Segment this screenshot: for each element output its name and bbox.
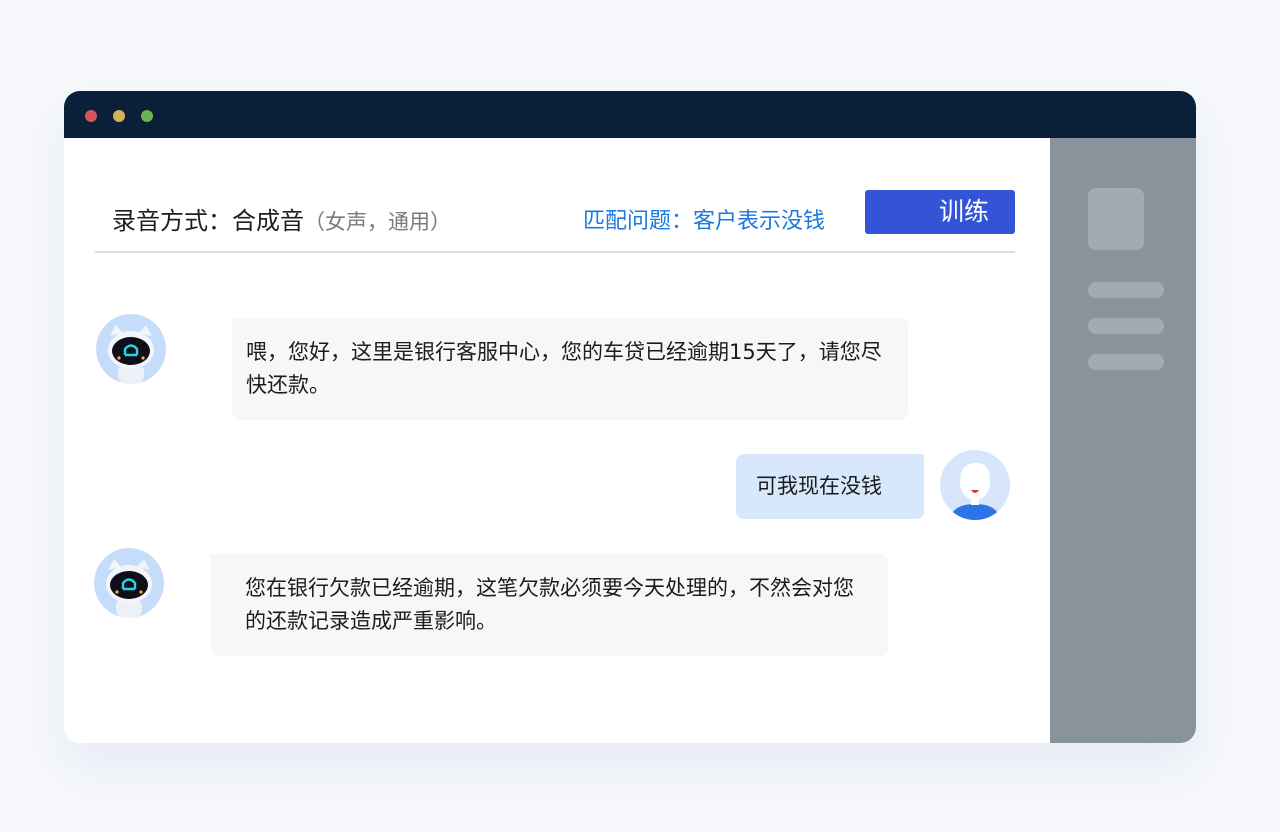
bot-message-text: 您在银行欠款已经逾期，这笔欠款必须要今天处理的，不然会对您的还款记录造成严重影响…	[245, 576, 854, 633]
bot-message-text: 喂，您好，这里是银行客服中心，您的车贷已经逾期15天了，请您尽快还款。	[246, 340, 882, 397]
bot-message-bubble: 喂，您好，这里是银行客服中心，您的车贷已经逾期15天了，请您尽快还款。	[232, 318, 908, 420]
title-bar	[64, 91, 1196, 138]
train-button[interactable]: 训练	[865, 190, 1015, 234]
close-window-button[interactable]	[85, 110, 97, 122]
recording-mode-label: 录音方式：合成音	[112, 207, 304, 235]
recording-mode: 录音方式：合成音（女声，通用）	[112, 201, 451, 236]
right-sidebar	[1050, 138, 1196, 743]
app-window: 录音方式：合成音（女声，通用） 匹配问题：客户表示没钱 训练 喂，您好，这里是银…	[64, 91, 1196, 743]
recording-mode-detail: （女声，通用）	[304, 210, 451, 234]
user-avatar-icon	[940, 450, 1010, 520]
user-message-bubble: 可我现在没钱	[736, 454, 924, 519]
matched-question: 匹配问题：客户表示没钱	[583, 209, 826, 234]
bot-message-bubble: 您在银行欠款已经逾期，这笔欠款必须要今天处理的，不然会对您的还款记录造成严重影响…	[211, 554, 888, 656]
sidebar-placeholder-line	[1088, 318, 1164, 334]
training-header: 录音方式：合成音（女声，通用） 匹配问题：客户表示没钱 训练	[95, 187, 1015, 253]
sidebar-placeholder-line	[1088, 282, 1164, 298]
user-message-text: 可我现在没钱	[756, 474, 882, 498]
robot-avatar-icon	[94, 548, 164, 618]
robot-avatar-icon	[96, 314, 166, 384]
sidebar-placeholder-line	[1088, 354, 1164, 370]
sidebar-placeholder-block	[1088, 188, 1144, 250]
maximize-window-button[interactable]	[141, 110, 153, 122]
minimize-window-button[interactable]	[113, 110, 125, 122]
